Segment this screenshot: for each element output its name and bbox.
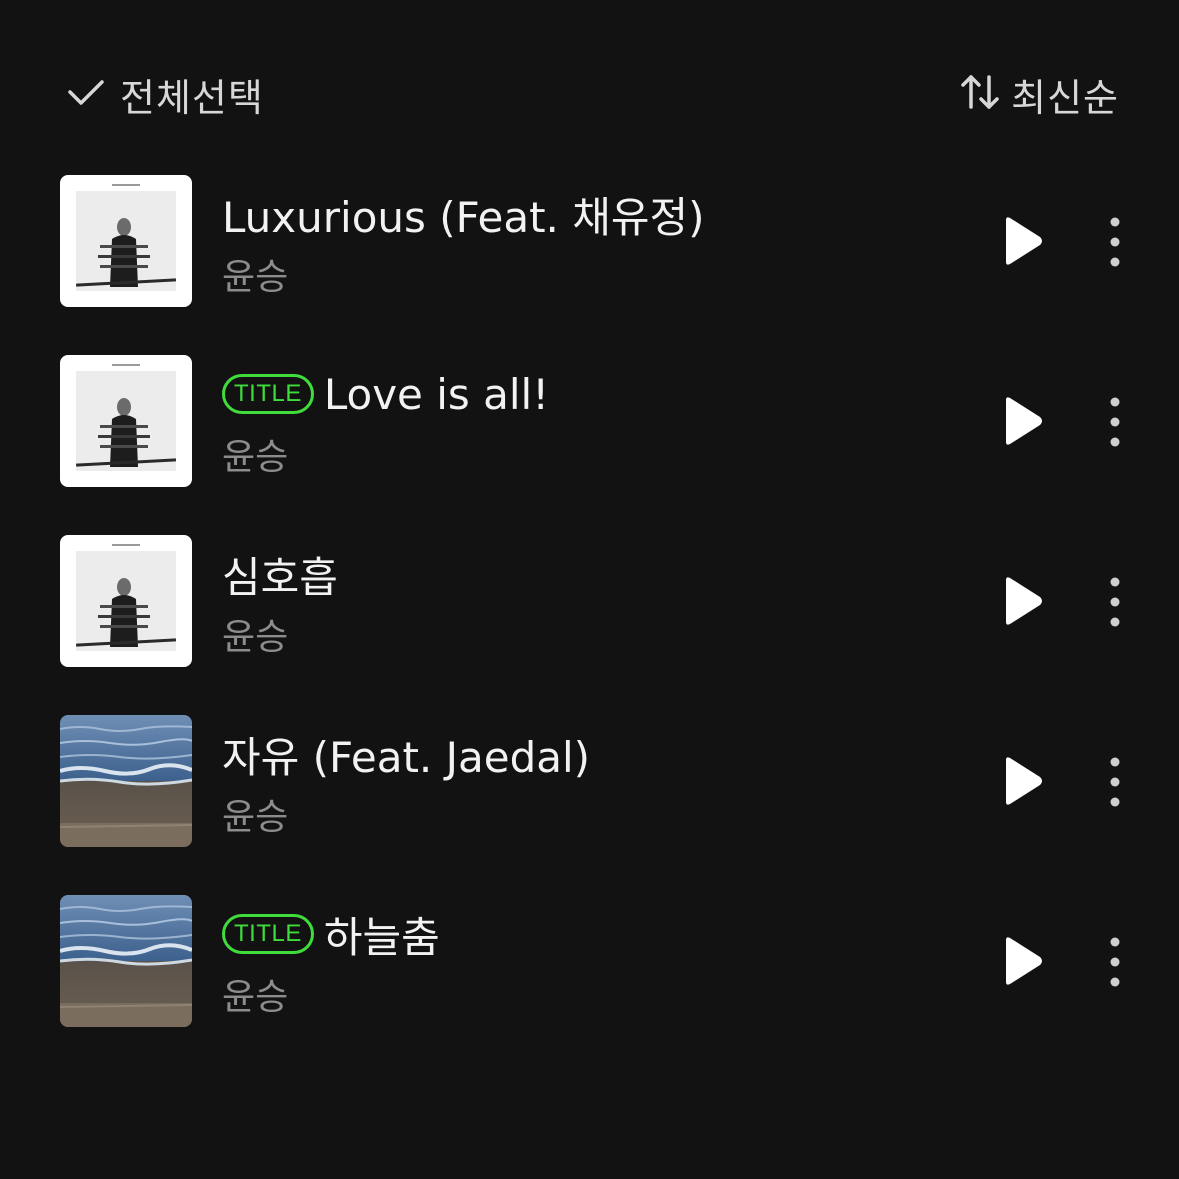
play-button[interactable] [996, 934, 1046, 988]
track-row[interactable]: Luxurious (Feat. 채유정) 윤승 [0, 172, 1179, 352]
album-cover[interactable] [60, 175, 192, 307]
more-options-button[interactable] [1100, 756, 1130, 808]
more-options-button[interactable] [1100, 396, 1130, 448]
track-info: 심호흡 윤승 [222, 542, 879, 660]
album-cover[interactable] [60, 355, 192, 487]
more-vertical-icon [1110, 577, 1120, 627]
play-icon [1006, 397, 1042, 445]
select-all-label: 전체선택 [120, 75, 264, 120]
portrait-cover-art [60, 355, 192, 487]
track-artist[interactable]: 윤승 [222, 428, 879, 480]
play-button[interactable] [996, 394, 1046, 448]
check-icon [64, 70, 108, 118]
select-all-button[interactable]: 전체선택 [64, 64, 264, 124]
title-track-badge: TITLE [222, 914, 314, 954]
title-line: TITLE Love is all! [222, 362, 879, 426]
track-title[interactable]: Love is all! [324, 370, 549, 419]
track-artist[interactable]: 윤승 [222, 968, 879, 1020]
play-icon [1006, 577, 1042, 625]
portrait-cover-art [60, 535, 192, 667]
album-cover[interactable] [60, 715, 192, 847]
track-title[interactable]: 하늘춤 [324, 904, 440, 965]
more-vertical-icon [1110, 757, 1120, 807]
play-button[interactable] [996, 574, 1046, 628]
track-title[interactable]: Luxurious (Feat. 채유정) [222, 184, 705, 245]
track-list: Luxurious (Feat. 채유정) 윤승 TITLE Love is a… [0, 172, 1179, 1072]
track-row[interactable]: TITLE Love is all! 윤승 [0, 352, 1179, 532]
more-options-button[interactable] [1100, 576, 1130, 628]
title-line: 자유 (Feat. Jaedal) [222, 722, 879, 786]
sort-button[interactable]: 최신순 [957, 64, 1119, 124]
portrait-cover-art [60, 175, 192, 307]
album-cover[interactable] [60, 895, 192, 1027]
more-vertical-icon [1110, 217, 1120, 267]
track-info: Luxurious (Feat. 채유정) 윤승 [222, 182, 879, 300]
track-artist[interactable]: 윤승 [222, 608, 879, 660]
title-line: Luxurious (Feat. 채유정) [222, 182, 879, 246]
list-header: 전체선택 최신순 [0, 0, 1179, 190]
sort-arrows-icon [957, 69, 1003, 119]
sea-cover-art [60, 715, 192, 847]
play-button[interactable] [996, 754, 1046, 808]
play-icon [1006, 937, 1042, 985]
track-row[interactable]: 자유 (Feat. Jaedal) 윤승 [0, 712, 1179, 892]
track-artist[interactable]: 윤승 [222, 248, 879, 300]
title-track-badge: TITLE [222, 374, 314, 414]
album-cover[interactable] [60, 535, 192, 667]
track-row[interactable]: TITLE 하늘춤 윤승 [0, 892, 1179, 1072]
more-vertical-icon [1110, 397, 1120, 447]
track-artist[interactable]: 윤승 [222, 788, 879, 840]
title-line: 심호흡 [222, 542, 879, 606]
more-options-button[interactable] [1100, 936, 1130, 988]
sort-label: 최신순 [1011, 75, 1119, 120]
track-title[interactable]: 자유 (Feat. Jaedal) [222, 724, 590, 785]
play-button[interactable] [996, 214, 1046, 268]
sea-cover-art [60, 895, 192, 1027]
track-row[interactable]: 심호흡 윤승 [0, 532, 1179, 712]
more-options-button[interactable] [1100, 216, 1130, 268]
play-icon [1006, 757, 1042, 805]
more-vertical-icon [1110, 937, 1120, 987]
track-title[interactable]: 심호흡 [222, 544, 338, 605]
track-info: 자유 (Feat. Jaedal) 윤승 [222, 722, 879, 840]
title-line: TITLE 하늘춤 [222, 902, 879, 966]
track-info: TITLE Love is all! 윤승 [222, 362, 879, 480]
track-info: TITLE 하늘춤 윤승 [222, 902, 879, 1020]
play-icon [1006, 217, 1042, 265]
